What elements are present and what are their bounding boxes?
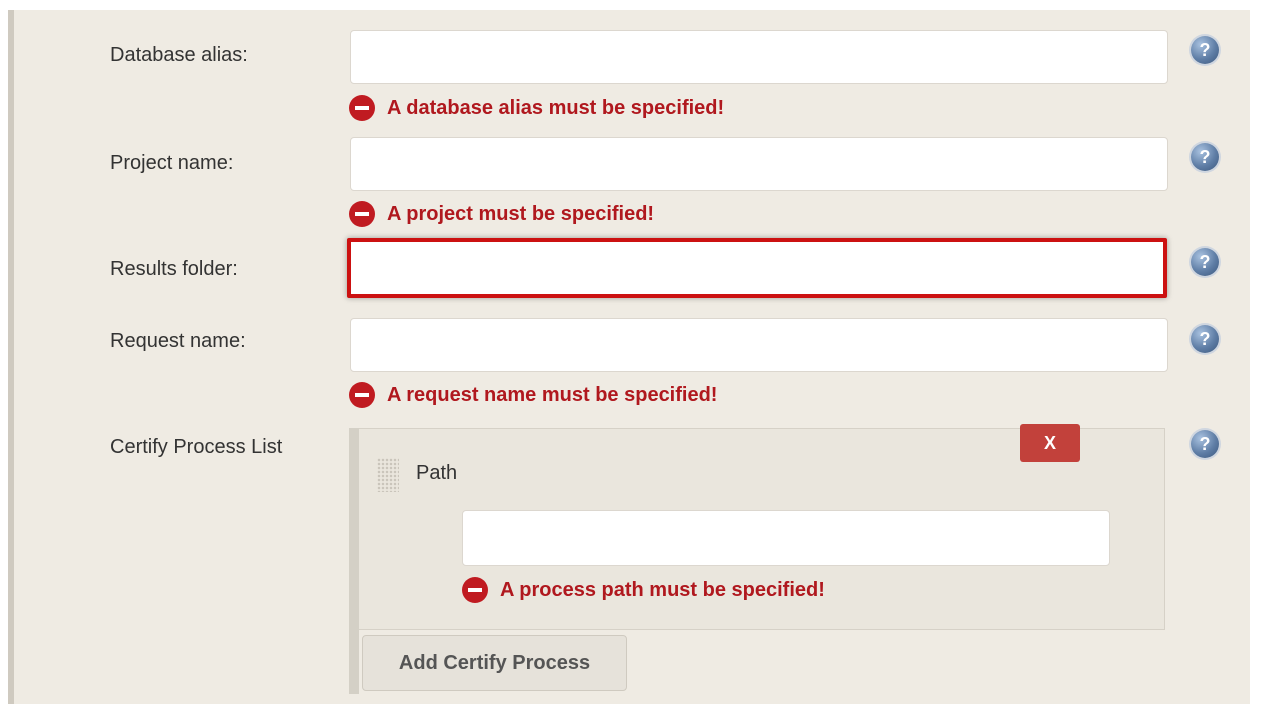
drag-handle-icon[interactable] xyxy=(377,458,399,492)
project-name-error: A project must be specified! xyxy=(349,200,654,228)
error-text: A database alias must be specified! xyxy=(387,96,725,119)
add-certify-process-button[interactable]: Add Certify Process xyxy=(362,635,627,691)
results-folder-input[interactable] xyxy=(347,238,1167,298)
request-name-input[interactable] xyxy=(350,318,1168,372)
help-icon[interactable]: ? xyxy=(1191,36,1219,64)
certify-process-list-label: Certify Process List xyxy=(110,436,283,458)
help-icon[interactable]: ? xyxy=(1191,430,1219,458)
database-alias-error: A database alias must be specified! xyxy=(349,94,724,122)
error-icon xyxy=(349,95,375,121)
delete-process-button[interactable]: X xyxy=(1020,424,1080,462)
process-path-error: A process path must be specified! xyxy=(462,576,825,604)
project-name-input[interactable] xyxy=(350,137,1168,191)
process-path-input[interactable] xyxy=(462,510,1110,566)
results-folder-label: Results folder: xyxy=(110,258,238,280)
help-icon[interactable]: ? xyxy=(1191,248,1219,276)
database-alias-input[interactable] xyxy=(350,30,1168,84)
project-name-label: Project name: xyxy=(110,152,234,174)
repeat-group-bar xyxy=(349,428,359,694)
path-label: Path xyxy=(416,462,458,484)
panel-left-border xyxy=(8,10,14,704)
database-alias-label: Database alias: xyxy=(110,44,248,66)
request-name-error: A request name must be specified! xyxy=(349,381,717,409)
error-text: A request name must be specified! xyxy=(387,383,718,406)
request-name-label: Request name: xyxy=(110,330,246,352)
help-icon[interactable]: ? xyxy=(1191,325,1219,353)
error-icon xyxy=(349,382,375,408)
error-icon xyxy=(462,577,488,603)
error-icon xyxy=(349,201,375,227)
help-icon[interactable]: ? xyxy=(1191,143,1219,171)
error-text: A process path must be specified! xyxy=(500,578,825,601)
error-text: A project must be specified! xyxy=(387,202,655,225)
